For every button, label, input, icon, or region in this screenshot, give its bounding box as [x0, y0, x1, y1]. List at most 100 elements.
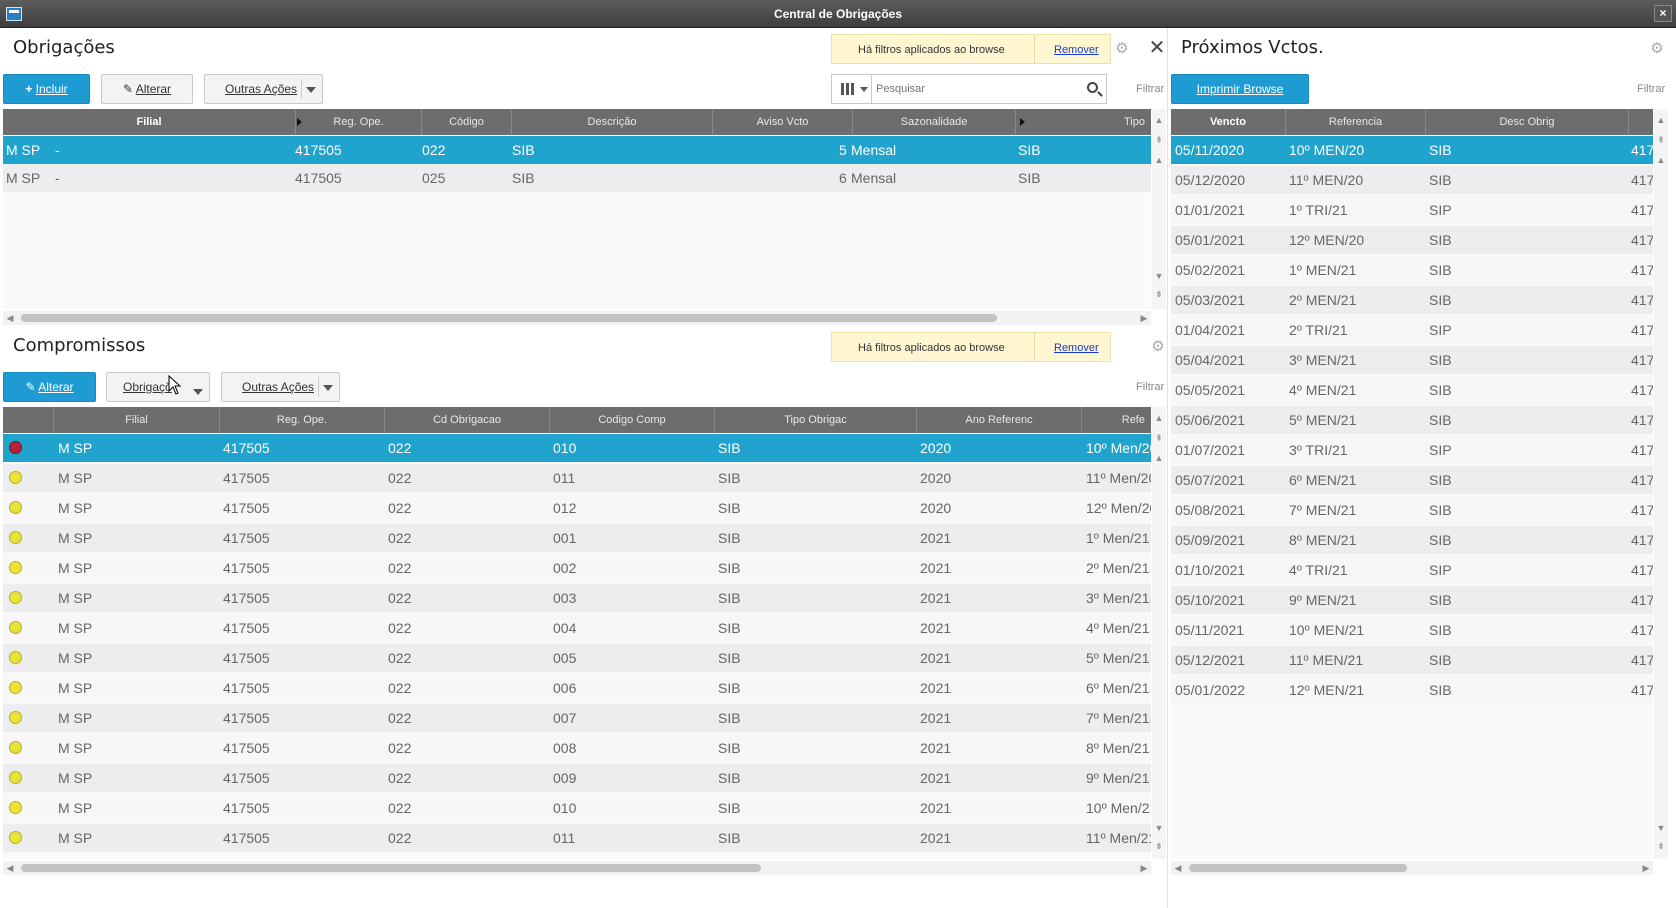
compromissos-title: Compromissos — [13, 335, 146, 356]
compromissos-outras-acoes-button[interactable]: Outras Ações — [221, 372, 340, 402]
proximos-vertical-scrollbar[interactable]: ▲ ⇞ ▲ ▼ ⇟ — [1654, 109, 1668, 859]
table-row[interactable]: 01/10/2021 4º TRI/21 SIP 417 — [1171, 556, 1653, 584]
table-row[interactable]: 05/04/2021 3º MEN/21 SIB 417 — [1171, 346, 1653, 374]
window-titlebar: Central de Obrigações × — [0, 0, 1676, 28]
search-icon[interactable] — [1087, 82, 1098, 93]
table-row[interactable]: 05/12/2020 11º MEN/20 SIB 417 — [1171, 166, 1653, 194]
compromissos-settings-gear-icon[interactable]: ⚙ — [1150, 339, 1166, 355]
col-aviso-vcto[interactable]: Aviso Vcto — [713, 109, 853, 135]
col-reg-ope[interactable]: Reg. Ope. — [220, 407, 385, 433]
col-filial[interactable]: Filial — [54, 407, 220, 433]
col-desc-obrig[interactable]: Desc Obrig — [1426, 109, 1629, 135]
table-row[interactable]: 05/08/2021 7º MEN/21 SIB 417 — [1171, 496, 1653, 524]
obrigacoes-filtrar-label[interactable]: Filtrar — [1136, 83, 1164, 95]
cell-ref: 8º MEN/21 — [1289, 532, 1357, 548]
obrigacoes-settings-gear-icon[interactable]: ⚙ — [1114, 41, 1130, 57]
cell-filial: M SP — [58, 590, 93, 606]
cell-ano: 2021 — [920, 620, 952, 636]
obrigacoes-vertical-scrollbar[interactable]: ▲ ⇞ ▲ ▼ ⇟ — [1152, 109, 1166, 309]
obrigacoes-alterar-button[interactable]: ✎ Alterar — [101, 74, 193, 104]
table-row[interactable]: M SP 417505 022 012 SIB 2020 12º Men/20 — [3, 494, 1151, 522]
compromissos-alterar-button[interactable]: ✎ Alterar — [3, 372, 96, 402]
cell-filial: M SP — [58, 470, 93, 486]
table-row[interactable]: M SP - 417505 022 SIB 5 Mensal SIB — [3, 136, 1151, 164]
table-row[interactable]: 05/03/2021 2º MEN/21 SIB 417 — [1171, 286, 1653, 314]
cell-cdobr: 022 — [388, 470, 412, 486]
table-row[interactable]: M SP 417505 022 009 SIB 2021 9º Men/21 — [3, 764, 1151, 792]
col-descricao[interactable]: Descrição — [512, 109, 713, 135]
status-indicator-icon — [9, 621, 22, 634]
table-row[interactable]: M SP 417505 022 010 SIB 2021 10º Men/21 — [3, 794, 1151, 822]
table-row[interactable]: 01/01/2021 1º TRI/21 SIP 417 — [1171, 196, 1653, 224]
cell-cdobr: 022 — [388, 650, 412, 666]
table-row[interactable]: 05/05/2021 4º MEN/21 SIB 417 — [1171, 376, 1653, 404]
table-row[interactable]: 05/11/2020 10º MEN/20 SIB 417 — [1171, 136, 1653, 164]
table-row[interactable]: M SP 417505 022 011 SIB 2021 11º Men/21 — [3, 824, 1151, 852]
col-tipo[interactable]: Tipo — [1016, 109, 1151, 135]
col-reg-ope[interactable]: Reg. Ope. — [296, 109, 422, 135]
table-row[interactable]: M SP 417505 022 005 SIB 2021 5º Men/21 — [3, 644, 1151, 672]
table-row[interactable]: M SP 417505 022 008 SIB 2021 8º Men/21 — [3, 734, 1151, 762]
incluir-button[interactable]: + Incluir — [3, 74, 90, 104]
columns-selector[interactable] — [832, 75, 872, 103]
obrigacoes-horizontal-scrollbar[interactable]: ◀ ▶ — [3, 311, 1151, 325]
filter-remove-link[interactable]: Remover — [1054, 342, 1099, 354]
table-row[interactable]: 05/09/2021 8º MEN/21 SIB 417 — [1171, 526, 1653, 554]
col-sazonalidade[interactable]: Sazonalidade — [853, 109, 1016, 135]
table-row[interactable]: 01/04/2021 2º TRI/21 SIP 417 — [1171, 316, 1653, 344]
col-status[interactable] — [3, 407, 54, 433]
compromissos-filtrar-label[interactable]: Filtrar — [1136, 381, 1164, 393]
table-row[interactable]: M SP 417505 022 003 SIB 2021 3º Men/21 — [3, 584, 1151, 612]
table-row[interactable]: 05/01/2021 12º MEN/20 SIB 417 — [1171, 226, 1653, 254]
col-codigo-comp[interactable]: Codigo Comp — [550, 407, 715, 433]
col-ano-referenc[interactable]: Ano Referenc — [917, 407, 1082, 433]
cell-filial: M SP — [58, 830, 93, 846]
cell-cut: 417 — [1631, 292, 1653, 308]
imprimir-browse-button[interactable]: Imprimir Browse — [1171, 74, 1309, 104]
filter-remove-link[interactable]: Remover — [1054, 44, 1099, 56]
compromissos-vertical-scrollbar[interactable]: ▲ ⇞ ▲ ▼ ⇟ — [1152, 407, 1166, 859]
table-row[interactable]: 05/07/2021 6º MEN/21 SIB 417 — [1171, 466, 1653, 494]
cell-ref: 2º TRI/21 — [1289, 322, 1348, 338]
table-row[interactable]: M SP 417505 022 010 SIB 2020 10º Men/20 — [3, 434, 1151, 462]
table-row[interactable]: M SP 417505 022 004 SIB 2021 4º Men/21 — [3, 614, 1151, 642]
status-indicator-icon — [9, 741, 22, 754]
search-input[interactable] — [876, 80, 1056, 98]
table-row[interactable]: M SP - 417505 025 SIB 6 Mensal SIB — [3, 164, 1151, 192]
cell-cut: 417 — [1631, 622, 1653, 638]
window-close-button[interactable]: × — [1654, 5, 1672, 22]
table-row[interactable]: M SP 417505 022 001 SIB 2021 1º Men/21 — [3, 524, 1151, 552]
table-row[interactable]: 05/06/2021 5º MEN/21 SIB 417 — [1171, 406, 1653, 434]
cell-filial: M SP — [58, 440, 93, 456]
table-row[interactable]: 05/12/2021 11º MEN/21 SIB 417 — [1171, 646, 1653, 674]
close-icon[interactable]: ✕ — [1148, 38, 1166, 58]
col-cd-obrigacao[interactable]: Cd Obrigacao — [385, 407, 550, 433]
col-codigo[interactable]: Código — [422, 109, 512, 135]
table-row[interactable]: 05/10/2021 9º MEN/21 SIB 417 — [1171, 586, 1653, 614]
table-row[interactable]: M SP 417505 022 002 SIB 2021 2º Men/21 — [3, 554, 1151, 582]
col-filial[interactable]: Filial — [3, 109, 296, 135]
proximos-filtrar-label[interactable]: Filtrar — [1637, 83, 1665, 95]
table-row[interactable]: M SP 417505 022 011 SIB 2020 11º Men/20 — [3, 464, 1151, 492]
cell-vencto: 05/02/2021 — [1175, 262, 1246, 278]
compromissos-horizontal-scrollbar[interactable]: ◀ ▶ — [3, 861, 1151, 875]
compromissos-obrigacoes-button[interactable]: Obrigaçõ — [106, 372, 210, 402]
col-referencia[interactable]: Refe — [1082, 407, 1151, 433]
proximos-horizontal-scrollbar[interactable]: ◀ ▶ — [1171, 861, 1653, 875]
col-referencia[interactable]: Referencia — [1286, 109, 1426, 135]
table-row[interactable]: M SP 417505 022 007 SIB 2021 7º Men/21 — [3, 704, 1151, 732]
table-row[interactable]: 05/02/2021 1º MEN/21 SIB 417 — [1171, 256, 1653, 284]
table-row[interactable]: 05/11/2021 10º MEN/21 SIB 417 — [1171, 616, 1653, 644]
cell-tipo: SIB — [718, 470, 741, 486]
col-cut[interactable] — [1629, 109, 1653, 135]
table-row[interactable]: M SP 417505 022 006 SIB 2021 6º Men/21 — [3, 674, 1151, 702]
obrigacoes-outras-acoes-button[interactable]: Outras Ações — [204, 74, 323, 104]
col-vencto[interactable]: Vencto — [1171, 109, 1286, 135]
obrigacoes-grid: Filial Reg. Ope. Código Descrição Aviso … — [3, 109, 1151, 309]
col-tipo-obrigac[interactable]: Tipo Obrigac — [715, 407, 917, 433]
table-row[interactable]: 01/07/2021 3º TRI/21 SIP 417 — [1171, 436, 1653, 464]
proximos-grid: Vencto Referencia Desc Obrig 05/11/2020 1… — [1171, 109, 1653, 859]
cell-ano: 2021 — [920, 710, 952, 726]
table-row[interactable]: 05/01/2022 12º MEN/21 SIB 417 — [1171, 676, 1653, 704]
proximos-settings-gear-icon[interactable]: ⚙ — [1649, 41, 1665, 57]
